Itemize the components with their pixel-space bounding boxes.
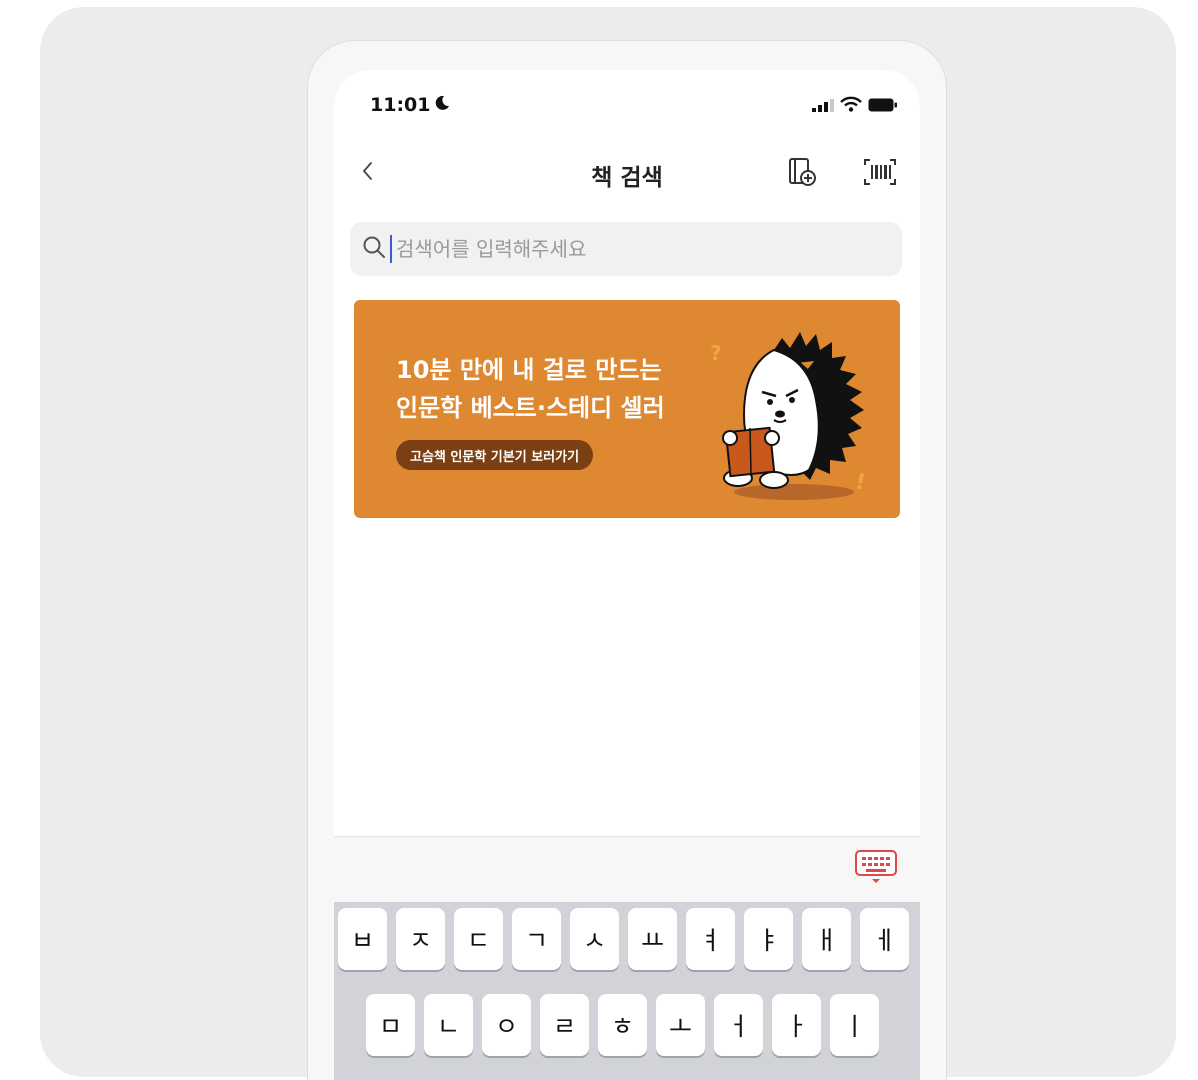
signal-icon <box>812 97 834 116</box>
status-icons <box>812 96 898 116</box>
key[interactable]: ㄷ <box>454 908 503 970</box>
text-caret <box>390 235 392 263</box>
search-input[interactable] <box>396 229 902 269</box>
key[interactable]: ㄹ <box>540 994 589 1056</box>
svg-text:?: ? <box>710 341 722 365</box>
header: 책 검색 <box>334 146 920 202</box>
keyboard-row-2: ㅁ ㄴ ㅇ ㄹ ㅎ ㅗ ㅓ ㅏ ㅣ <box>366 994 879 1056</box>
banner-headline-line1: 10분 만에 내 걸로 만드는 <box>396 356 662 384</box>
status-time-text: 11:01 <box>370 94 431 116</box>
key[interactable]: ㅎ <box>598 994 647 1056</box>
search-box[interactable] <box>350 222 902 276</box>
barcode-scan-button[interactable] <box>860 154 900 194</box>
phone-screen: 11:01 책 검색 검색어를 입력해주세요 10분 만에 내 걸로 만드는 인… <box>334 70 920 1080</box>
korean-keyboard: ㅂ ㅈ ㄷ ㄱ ㅅ ㅛ ㅕ ㅑ ㅐ ㅔ ㅁ ㄴ ㅇ ㄹ ㅎ ㅗ ㅓ ㅏ ㅣ <box>334 902 920 1080</box>
key[interactable]: ㄱ <box>512 908 561 970</box>
keyboard-accessory-bar <box>334 836 920 902</box>
key[interactable]: ㅈ <box>396 908 445 970</box>
page-title: 책 검색 <box>591 165 663 191</box>
barcode-scan-icon <box>863 157 897 191</box>
key[interactable]: ㅔ <box>860 908 909 970</box>
banner-headline-line2: 인문학 베스트·스테디 셀러 <box>396 394 665 422</box>
promo-banner[interactable]: 10분 만에 내 걸로 만드는 인문학 베스트·스테디 셀러 고슴책 인문학 기… <box>354 300 900 518</box>
key[interactable]: ㅐ <box>802 908 851 970</box>
key[interactable]: ㅛ <box>628 908 677 970</box>
key[interactable]: ㅗ <box>656 994 705 1056</box>
hedgehog-mascot-icon: ? ! <box>704 320 884 500</box>
svg-text:!: ! <box>853 469 868 496</box>
keyboard-hide-button[interactable] <box>854 849 898 889</box>
banner-cta-button[interactable]: 고슴책 인문학 기본기 보러가기 <box>396 440 594 470</box>
key[interactable]: ㅑ <box>744 908 793 970</box>
keyboard-hide-icon <box>854 849 898 889</box>
key[interactable]: ㅇ <box>482 994 531 1056</box>
search-icon <box>362 235 386 263</box>
battery-icon <box>868 97 898 116</box>
key[interactable]: ㅓ <box>714 994 763 1056</box>
moon-icon <box>434 94 450 116</box>
key[interactable]: ㅁ <box>366 994 415 1056</box>
key[interactable]: ㄴ <box>424 994 473 1056</box>
status-time: 11:01 <box>370 94 450 116</box>
keyboard-row-1: ㅂ ㅈ ㄷ ㄱ ㅅ ㅛ ㅕ ㅑ ㅐ ㅔ <box>338 908 909 970</box>
wifi-icon <box>840 96 862 116</box>
key[interactable]: ㅂ <box>338 908 387 970</box>
add-book-button[interactable] <box>782 154 822 194</box>
key[interactable]: ㅅ <box>570 908 619 970</box>
key[interactable]: ㅕ <box>686 908 735 970</box>
key[interactable]: ㅣ <box>830 994 879 1056</box>
add-book-icon <box>786 156 818 192</box>
key[interactable]: ㅏ <box>772 994 821 1056</box>
